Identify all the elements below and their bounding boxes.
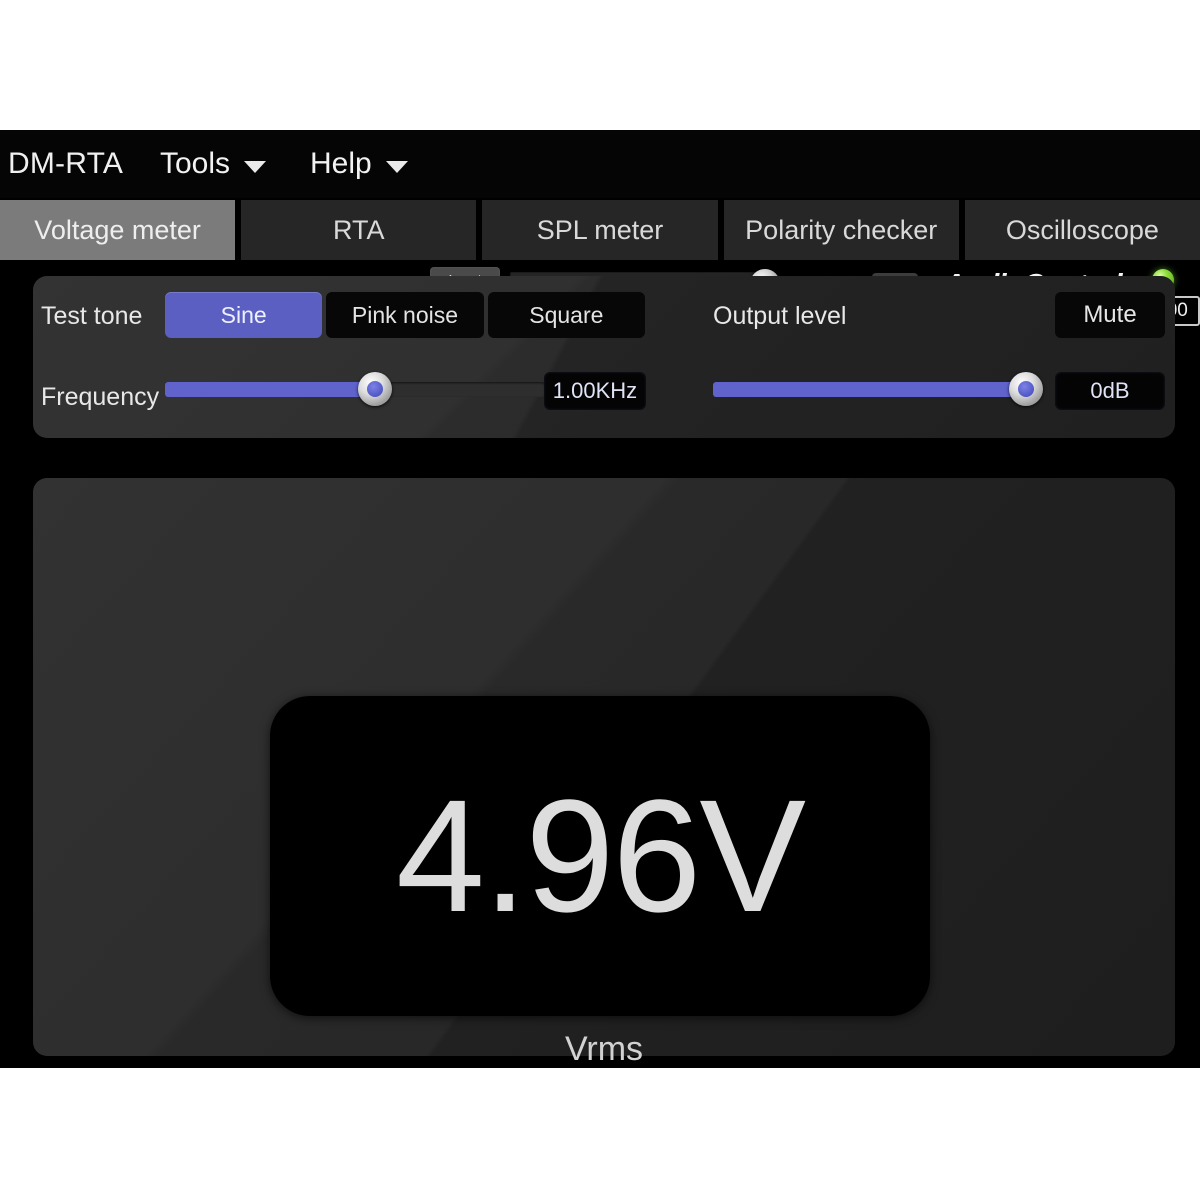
dm-rta-application-window: DM-RTA Tools Help Input monitor Unbal li… [0,130,1200,1068]
voltage-meter-display-panel: 4.96V Vrms [33,478,1175,1068]
tab-polarity-checker[interactable]: Polarity checker [723,200,959,260]
frequency-slider-fill [165,382,375,397]
menu-help-label: Help [310,147,372,180]
output-level-slider-fill [713,382,1025,397]
title-bar: DM-RTA Tools Help [0,130,1200,198]
output-level-slider[interactable] [713,372,1043,406]
mute-label: Mute [1083,301,1137,328]
menu-help[interactable]: Help [310,130,408,198]
tab-spl-meter-label: SPL meter [536,214,664,245]
output-level-label: Output level [713,302,847,330]
test-tone-square-label: Square [529,301,604,328]
frequency-slider[interactable] [165,372,545,406]
test-tone-square-button[interactable]: Square [487,292,645,338]
mute-button[interactable]: Mute [1055,292,1165,338]
test-tone-button-group: Sine Pink noise Square [165,292,645,338]
app-title: DM-RTA [8,147,124,180]
tab-rta-label: RTA [333,214,385,245]
screenshot-stage: DM-RTA Tools Help Input monitor Unbal li… [0,0,1200,1200]
tone-generator-panel: Test tone Sine Pink noise Square Output … [33,276,1175,438]
menu-tools-label: Tools [160,147,231,180]
output-level-slider-knob[interactable] [1009,372,1043,406]
test-tone-pink-noise-label: Pink noise [351,301,459,328]
tab-polarity-checker-label: Polarity checker [745,214,938,245]
menu-tools[interactable]: Tools [160,130,267,198]
voltage-value: 4.96V [395,766,806,945]
voltage-unit-label: Vrms [564,1030,644,1068]
tab-voltage-meter[interactable]: Voltage meter [0,200,236,260]
frequency-slider-knob[interactable] [358,372,392,406]
tab-voltage-meter-label: Voltage meter [34,214,201,245]
tab-oscilloscope[interactable]: Oscilloscope [964,200,1200,260]
chevron-down-icon [385,160,408,173]
test-tone-sine-button[interactable]: Sine [165,292,323,338]
test-tone-label: Test tone [41,302,143,330]
tab-rta[interactable]: RTA [241,200,477,260]
frequency-readout[interactable]: 1.00KHz [544,372,646,410]
tab-oscilloscope-label: Oscilloscope [1005,214,1159,245]
test-tone-pink-noise-button[interactable]: Pink noise [326,292,484,338]
tab-spl-meter[interactable]: SPL meter [482,200,718,260]
chevron-down-icon [244,160,267,173]
output-level-readout[interactable]: 0dB [1055,372,1165,410]
tab-bar: Voltage meter RTA SPL meter Polarity che… [0,200,1200,260]
test-tone-sine-label: Sine [220,301,267,328]
frequency-label: Frequency [41,383,160,411]
voltage-value-box: 4.96V [270,696,930,1016]
